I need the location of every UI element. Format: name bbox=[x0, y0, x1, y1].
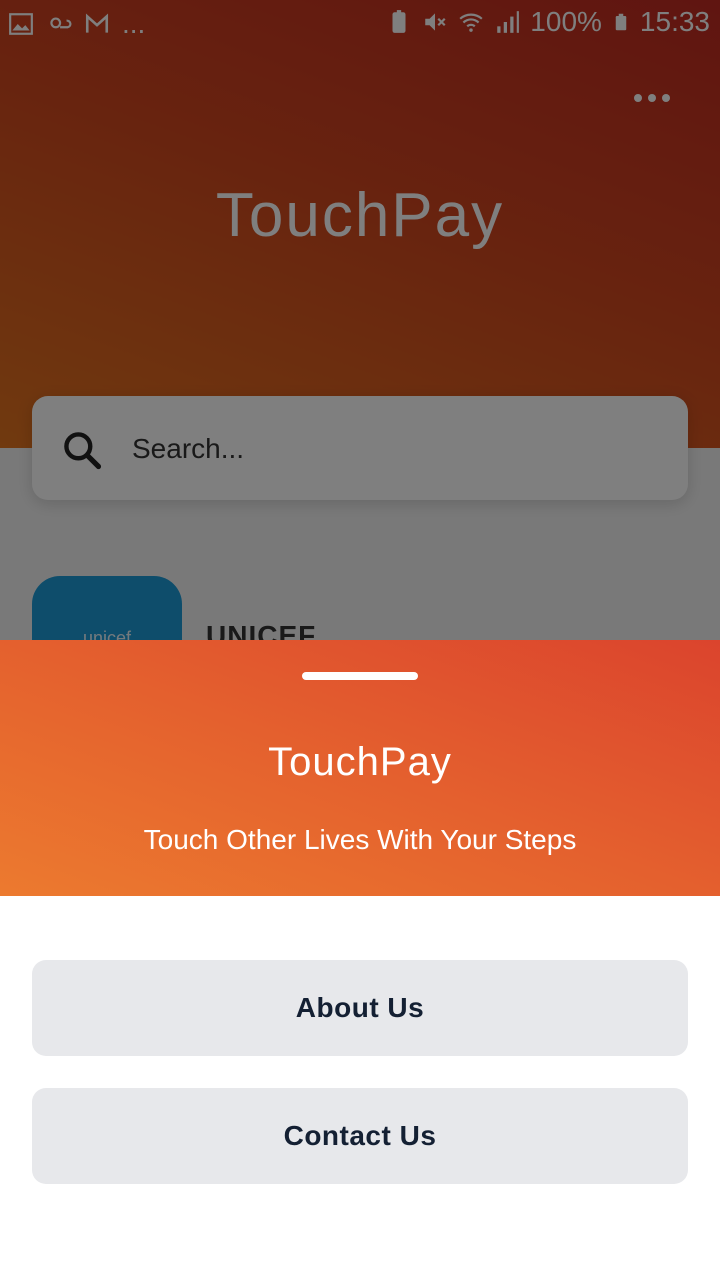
contact-us-button[interactable]: Contact Us bbox=[32, 1088, 688, 1184]
drag-handle[interactable] bbox=[302, 672, 418, 680]
sheet-header: TouchPay Touch Other Lives With Your Ste… bbox=[0, 640, 720, 896]
about-us-button[interactable]: About Us bbox=[32, 960, 688, 1056]
sheet-logo: TouchPay bbox=[268, 740, 452, 784]
bottom-sheet: TouchPay Touch Other Lives With Your Ste… bbox=[0, 640, 720, 1280]
sheet-tagline: Touch Other Lives With Your Steps bbox=[143, 824, 577, 855]
